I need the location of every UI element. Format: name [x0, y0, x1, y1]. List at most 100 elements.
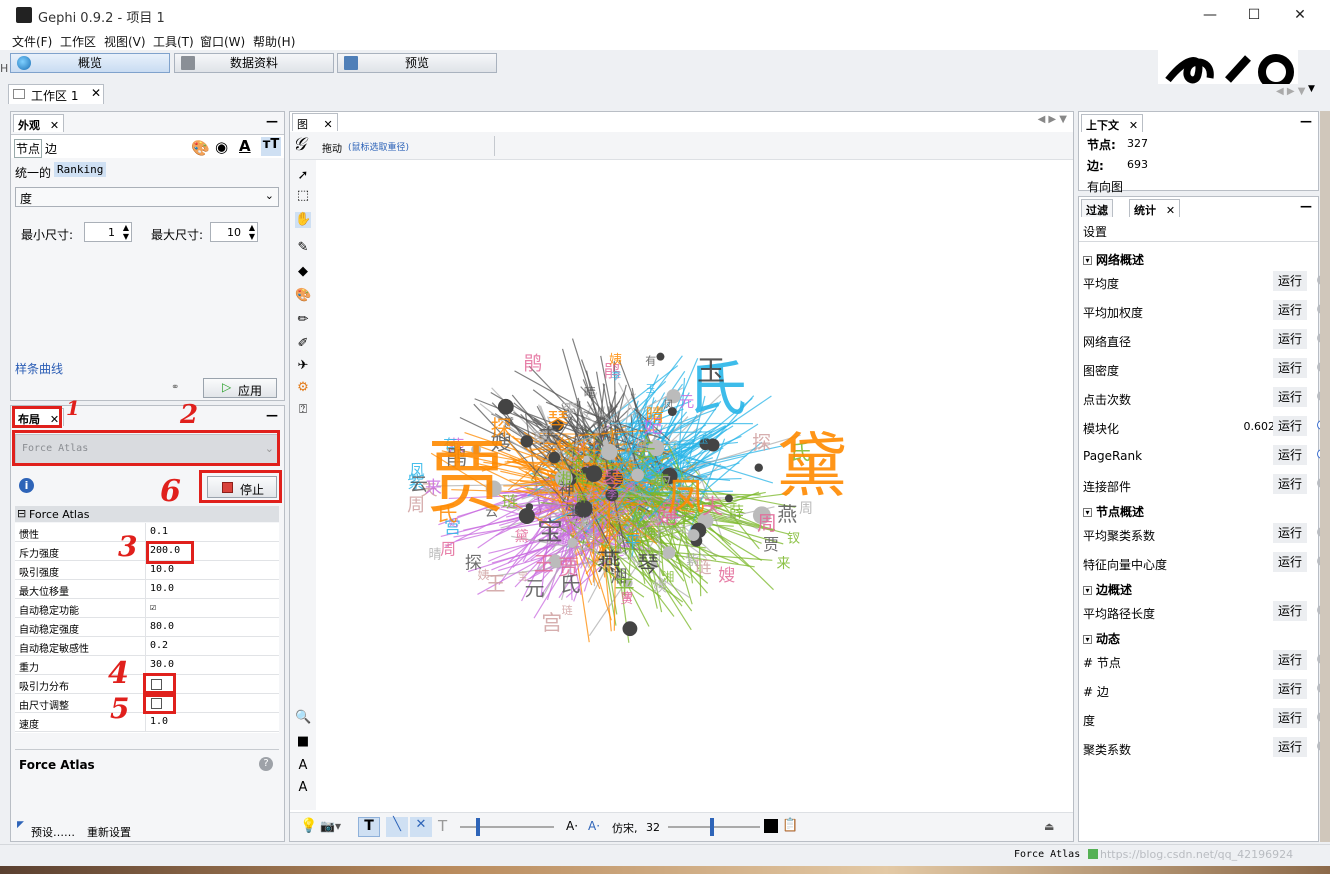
- label-size-icon[interactable]: тT: [261, 137, 281, 156]
- text-icon[interactable]: T: [438, 817, 447, 835]
- graph-node[interactable]: [585, 465, 603, 483]
- lightbulb-icon[interactable]: 💡: [300, 818, 317, 834]
- diamond-icon[interactable]: ◆: [295, 264, 311, 280]
- slider-thumb[interactable]: [710, 818, 714, 836]
- spinner-arrows-icon[interactable]: ▲ ▼: [249, 223, 255, 241]
- plane-icon[interactable]: ✈: [295, 358, 311, 374]
- graph-node[interactable]: [631, 468, 644, 482]
- collapse-icon[interactable]: ⊟: [17, 507, 26, 520]
- minimize-button[interactable]: —: [1192, 4, 1228, 26]
- context-tab[interactable]: 上下文 ✕: [1081, 114, 1144, 132]
- property-value[interactable]: 1.0: [150, 716, 168, 727]
- font-name[interactable]: 仿宋,: [612, 820, 638, 836]
- select-arrow-icon[interactable]: ➚: [295, 168, 311, 184]
- max-size-spinner[interactable]: 10 ▲ ▼: [210, 222, 258, 242]
- close-panel-icon[interactable]: ✕: [1129, 119, 1138, 132]
- screenshot-icon[interactable]: 📷▾: [320, 819, 341, 833]
- run-button[interactable]: 运行: [1273, 271, 1307, 291]
- graph-node[interactable]: [656, 352, 665, 361]
- graph-node[interactable]: [583, 455, 590, 463]
- tab-overview[interactable]: 概览: [10, 53, 170, 73]
- edge-label-icon[interactable]: ╲: [386, 817, 408, 837]
- graph-node[interactable]: [567, 537, 577, 548]
- menu-workspace[interactable]: 工作区: [60, 33, 96, 50]
- attribute-select[interactable]: 度 ⌄: [15, 187, 279, 207]
- run-button[interactable]: 运行: [1273, 416, 1307, 436]
- run-button[interactable]: 运行: [1273, 474, 1307, 494]
- info-icon[interactable]: i: [19, 478, 34, 493]
- appearance-tab[interactable]: 外观 ✕: [13, 114, 65, 132]
- font-color-icon[interactable]: A: [295, 758, 311, 774]
- close-tab-icon[interactable]: ✕: [91, 86, 101, 100]
- palette-icon[interactable]: 🎨: [191, 139, 210, 157]
- collapse-icon[interactable]: ▾: [1083, 256, 1092, 265]
- graph-node[interactable]: [548, 451, 561, 464]
- scroll-arrows-icon[interactable]: ◀ ▶ ▼: [1276, 86, 1305, 97]
- spline-link[interactable]: 样条曲线: [15, 360, 63, 377]
- close-panel-icon[interactable]: ✕: [1166, 204, 1175, 217]
- panel-nav-icon[interactable]: ◀ ▶ ▼: [1038, 114, 1067, 125]
- settings-link[interactable]: 设置: [1083, 223, 1107, 240]
- tab-data-laboratory[interactable]: 数据资料: [174, 53, 334, 73]
- property-value[interactable]: 10.0: [150, 583, 174, 594]
- zoom-icon[interactable]: 🔍: [295, 710, 311, 726]
- property-value[interactable]: 30.0: [150, 659, 174, 670]
- graph-node[interactable]: [724, 494, 733, 503]
- clipboard-icon[interactable]: 📋: [782, 818, 798, 833]
- presets-button[interactable]: 预设……: [31, 824, 75, 840]
- spinner-arrows-icon[interactable]: ▲ ▼: [123, 223, 129, 241]
- label-color-icon[interactable]: A: [239, 137, 251, 155]
- run-button[interactable]: 运行: [1273, 358, 1307, 378]
- property-value[interactable]: 0.2: [150, 640, 168, 651]
- props-section-header[interactable]: ⊟ Force Atlas: [15, 506, 279, 522]
- close-window-button[interactable]: ✕: [1282, 4, 1318, 26]
- collapse-icon[interactable]: ▾: [1083, 586, 1092, 595]
- unique-tab[interactable]: 统一的: [15, 164, 51, 181]
- font-color-icon[interactable]: A·: [588, 819, 600, 833]
- color-swatch[interactable]: [764, 819, 778, 833]
- menu-view[interactable]: 视图(V): [104, 33, 146, 50]
- pencil-icon[interactable]: ✏: [295, 312, 311, 328]
- painter-icon[interactable]: 🎨: [295, 288, 311, 304]
- apply-button[interactable]: ▷ 应用: [203, 378, 277, 398]
- layout-property-row[interactable]: 自动稳定敏感性 0.2: [15, 637, 279, 656]
- font-scale-slider[interactable]: [668, 826, 760, 828]
- run-button[interactable]: 运行: [1273, 708, 1307, 728]
- property-value[interactable]: 10.0: [150, 564, 174, 575]
- run-button[interactable]: 运行: [1273, 650, 1307, 670]
- font-size-icon[interactable]: A: [295, 780, 311, 796]
- font-size-icon[interactable]: A·: [566, 819, 578, 833]
- graph-node[interactable]: [706, 438, 720, 452]
- layout-property-row[interactable]: 自动稳定强度 80.0: [15, 618, 279, 637]
- graph-node[interactable]: [687, 529, 700, 542]
- layout-property-row[interactable]: 自动稳定功能 ☑: [15, 599, 279, 618]
- stats-section-header[interactable]: ▾ 动态: [1083, 630, 1313, 646]
- graph-tab[interactable]: 图 ✕: [292, 113, 338, 131]
- slider-thumb[interactable]: [476, 818, 480, 836]
- menu-tools[interactable]: 工具(T): [153, 33, 194, 50]
- min-size-spinner[interactable]: 1 ▲ ▼: [84, 222, 132, 242]
- maximize-button[interactable]: ☐: [1236, 4, 1272, 26]
- size-icon[interactable]: ◉: [215, 138, 228, 156]
- cursor-help-icon[interactable]: ⍰: [295, 402, 311, 418]
- tab-edges[interactable]: 边: [45, 140, 57, 157]
- graph-node[interactable]: [497, 398, 514, 415]
- workspace-tab[interactable]: 工作区 1 ✕: [8, 84, 104, 104]
- layout-property-row[interactable]: 惯性 0.1: [15, 523, 279, 542]
- run-button[interactable]: 运行: [1273, 679, 1307, 699]
- help-icon[interactable]: ?: [259, 757, 273, 771]
- close-panel-icon[interactable]: ✕: [50, 119, 59, 132]
- minimize-panel-icon[interactable]: —: [1300, 199, 1312, 213]
- gear-icon[interactable]: ⚙: [295, 380, 311, 396]
- graph-node[interactable]: [518, 507, 535, 524]
- minimize-panel-icon[interactable]: —: [1300, 114, 1312, 128]
- graph-node[interactable]: [601, 443, 618, 461]
- graph-node[interactable]: [520, 435, 534, 448]
- filter-tab[interactable]: 过滤: [1081, 199, 1113, 217]
- close-panel-icon[interactable]: ✕: [324, 118, 333, 131]
- graph-node[interactable]: [622, 621, 638, 637]
- menu-file[interactable]: 文件(F): [12, 33, 52, 50]
- graph-node[interactable]: [754, 463, 763, 472]
- chevron-down-icon[interactable]: ▼: [1308, 84, 1315, 94]
- drag-tool-icon[interactable]: 𝒢: [293, 134, 306, 155]
